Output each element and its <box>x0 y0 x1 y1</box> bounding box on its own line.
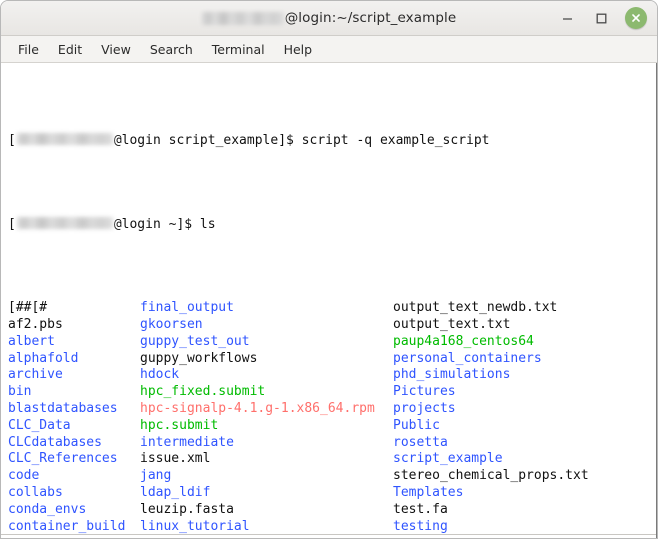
menu-item-search[interactable]: Search <box>141 39 202 60</box>
minimize-icon[interactable] <box>557 8 577 28</box>
ls-row: CLC_References issue.xml script_example <box>8 451 656 468</box>
ls-entry: personal_containers <box>393 350 542 366</box>
window-bottom-edge <box>1 534 656 538</box>
ls-entry: guppy_workflows <box>140 350 258 366</box>
window-title-path: @login:~/script_example <box>284 10 457 26</box>
ls-row: collabs ldap_ldif Templates <box>8 485 656 502</box>
menu-item-edit[interactable]: Edit <box>49 39 91 60</box>
ls-row: conda_envs leuzip.fasta test.fa <box>8 502 656 519</box>
ls-entry: alphafold <box>8 350 79 366</box>
ls-entry: jang <box>140 468 172 484</box>
terminal-line-ls-home: [ @login ~]$ ls <box>8 216 656 233</box>
ls-output-listing: [##[# final_output output_text_newdb.txt af… <box>8 300 656 538</box>
ls-entry: test.fa <box>393 501 448 517</box>
ls-row: af2.pbs gkoorsen output_text.txt <box>8 317 656 334</box>
ls-row: archive hdock phd_simulations <box>8 367 656 384</box>
ls-entry: archive <box>8 367 63 383</box>
ls-entry: paup4a168_centos64 <box>393 333 534 349</box>
ls-entry: final_output <box>140 300 234 316</box>
ls-entry: af2.pbs <box>8 316 63 332</box>
window-controls <box>557 7 651 29</box>
ls-entry: leuzip.fasta <box>140 501 234 517</box>
ls-entry: stereo_chemical_props.txt <box>393 468 589 484</box>
ls-row: albert guppy_test_out paup4a168_centos64 <box>8 334 656 351</box>
terminal-window: @login:~/script_example File Edit View S… <box>0 0 658 539</box>
ls-entry: rosetta <box>393 434 448 450</box>
ls-entry: collabs <box>8 484 63 500</box>
terminal-screen[interactable]: [ @login script_example]$ script -q examp… <box>1 63 657 538</box>
ls-entry: Templates <box>393 484 464 500</box>
ls-row: blastdatabases hpc-signalp-4.1.g-1.x86_64… <box>8 401 656 418</box>
menu-item-help[interactable]: Help <box>275 39 322 60</box>
menu-item-terminal[interactable]: Terminal <box>203 39 274 60</box>
ls-entry: Pictures <box>393 384 456 400</box>
prompt-host: @login ~]$ <box>113 217 200 233</box>
ls-entry: blastdatabases <box>8 400 118 416</box>
command-script: script -q example_script <box>301 133 490 149</box>
ls-entry: output_text.txt <box>393 316 511 332</box>
menu-item-view[interactable]: View <box>92 39 140 60</box>
prompt-bracket: [ <box>8 133 16 149</box>
ls-entry: albert <box>8 333 55 349</box>
ls-entry: intermediate <box>140 434 234 450</box>
menubar: File Edit View Search Terminal Help <box>1 36 657 63</box>
ls-row: CLC_Data hpc.submit Public <box>8 418 656 435</box>
ls-row: container_build linux_tutorial testing <box>8 519 656 536</box>
ls-entry: ldap_ldif <box>140 484 211 500</box>
masked-username-title <box>201 11 284 25</box>
ls-row: code jang stereo_chemical_props.txt <box>8 468 656 485</box>
terminal-output: [ @login script_example]$ script -q examp… <box>1 65 656 538</box>
ls-entry: guppy_test_out <box>140 333 250 349</box>
ls-entry: script_example <box>393 451 503 467</box>
maximize-icon[interactable] <box>591 8 611 28</box>
masked-username-prompt <box>16 217 113 230</box>
ls-entry: hdock <box>140 367 180 383</box>
ls-entry: hpc-signalp-4.1.g-1.x86_64.rpm <box>140 400 375 416</box>
menu-item-file[interactable]: File <box>9 39 48 60</box>
ls-entry: output_text_newdb.txt <box>393 300 558 316</box>
ls-entry: hpc_fixed.submit <box>140 384 266 400</box>
ls-row: alphafold guppy_workflows personal_contain… <box>8 351 656 368</box>
prompt-bracket: [ <box>8 217 16 233</box>
ls-entry: CLC_Data <box>8 417 71 433</box>
command-ls-home: ls <box>199 217 216 233</box>
titlebar[interactable]: @login:~/script_example <box>1 1 657 36</box>
window-title-text: @login:~/script_example <box>201 10 457 26</box>
ls-entry: gkoorsen <box>140 316 203 332</box>
prompt-host: @login script_example]$ <box>113 133 302 149</box>
ls-entry: testing <box>393 518 448 534</box>
ls-entry: conda_envs <box>8 501 87 517</box>
ls-entry: [##[# <box>8 300 48 316</box>
ls-entry: projects <box>393 400 456 416</box>
close-icon[interactable] <box>625 7 647 29</box>
ls-entry: code <box>8 468 40 484</box>
ls-row: CLCdatabases intermediate rosetta <box>8 435 656 452</box>
ls-entry: CLC_References <box>8 451 118 467</box>
ls-entry: container_build <box>8 518 126 534</box>
ls-entry: hpc.submit <box>140 417 219 433</box>
ls-row: [##[# final_output output_text_newdb.txt <box>8 300 656 317</box>
ls-entry: CLCdatabases <box>8 434 102 450</box>
ls-entry: bin <box>8 384 32 400</box>
ls-entry: phd_simulations <box>393 367 511 383</box>
ls-entry: Public <box>393 417 440 433</box>
terminal-line-script-cmd: [ @login script_example]$ script -q examp… <box>8 132 656 149</box>
ls-entry: linux_tutorial <box>140 518 250 534</box>
ls-row: bin hpc_fixed.submit Pictures <box>8 384 656 401</box>
ls-entry: issue.xml <box>140 451 211 467</box>
masked-username-prompt <box>16 133 113 146</box>
